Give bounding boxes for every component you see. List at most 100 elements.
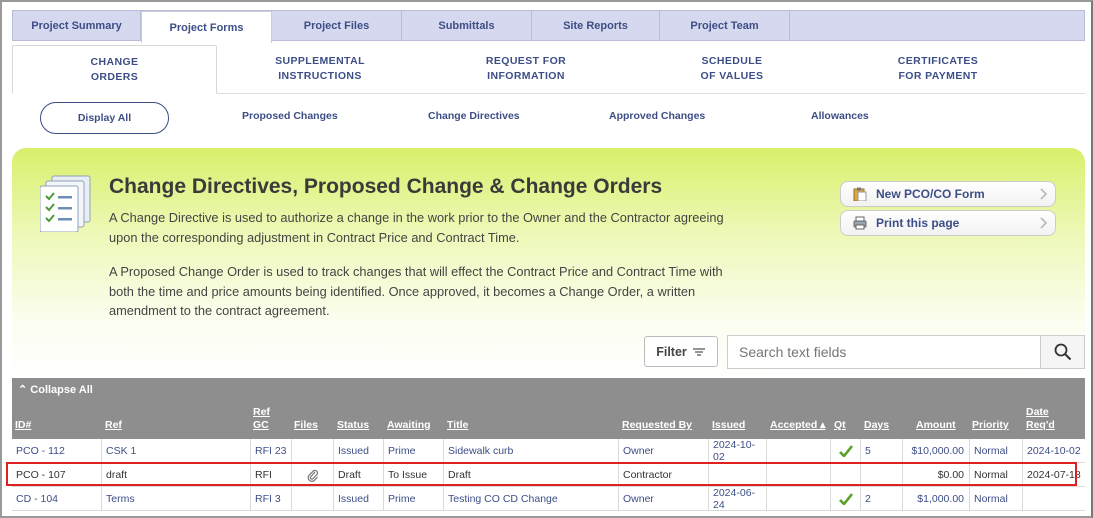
filter-allowances[interactable]: Allowances: [811, 110, 869, 122]
filter-button[interactable]: Filter: [644, 336, 718, 367]
cell-date-reqd: 2024-07-18: [1022, 463, 1085, 487]
col-date-reqd[interactable]: Date Req'd: [1026, 406, 1066, 432]
forms-document-icon: [40, 175, 91, 232]
col-title[interactable]: Title: [447, 419, 468, 432]
col-priority[interactable]: Priority: [972, 419, 1009, 432]
filter-proposed-changes[interactable]: Proposed Changes: [242, 110, 338, 122]
change-orders-table: ⌃ Collapse All ID# Ref Ref GC Files Stat…: [6, 378, 1085, 516]
cell-issued: 2024-10-02: [708, 439, 766, 463]
col-status[interactable]: Status: [337, 419, 369, 432]
search-input[interactable]: [728, 336, 1041, 368]
page-title: Change Directives, Proposed Change & Cha…: [109, 175, 663, 198]
new-pco-co-form-button[interactable]: New PCO/CO Form: [840, 181, 1056, 207]
checkmark-icon: [838, 445, 853, 457]
tab-site-reports[interactable]: Site Reports: [532, 11, 660, 40]
cell-ref-gc: RFI 3: [250, 487, 291, 511]
tab-project-team[interactable]: Project Team: [660, 11, 790, 40]
col-amount[interactable]: Amount: [916, 419, 956, 432]
filter-approved-changes[interactable]: Approved Changes: [609, 110, 705, 122]
cell-title: Sidewalk curb: [443, 439, 618, 463]
table-row[interactable]: CD - 104 Terms RFI 3 Issued Prime Testin…: [12, 487, 1085, 511]
cell-requested-by: Owner: [618, 487, 708, 511]
col-requested-by[interactable]: Requested By: [622, 419, 692, 432]
cell-issued: [708, 463, 766, 487]
col-files[interactable]: Files: [294, 419, 318, 432]
cell-title: Draft: [443, 463, 618, 487]
cell-status: Issued: [333, 439, 383, 463]
col-issued[interactable]: Issued: [712, 419, 745, 432]
col-ref-gc[interactable]: Ref GC: [253, 406, 273, 432]
table-row[interactable]: PCO - 107 draft RFI Draft To Issue Draft…: [12, 463, 1085, 487]
cell-accepted: [766, 463, 830, 487]
table-row[interactable]: PCO - 112 CSK 1 RFI 23 Issued Prime Side…: [12, 439, 1085, 463]
col-ref[interactable]: Ref: [105, 419, 122, 432]
col-awaiting[interactable]: Awaiting: [387, 419, 431, 432]
cell-status: Issued: [333, 487, 383, 511]
paperclip-icon[interactable]: [307, 469, 319, 482]
cell-priority: Normal: [969, 487, 1022, 511]
cell-requested-by: Owner: [618, 439, 708, 463]
cell-accepted: [766, 439, 830, 463]
proposed-change-description: A Proposed Change Order is used to track…: [109, 264, 723, 318]
cell-id[interactable]: PCO - 107: [12, 463, 101, 487]
subtab-supplemental-instructions[interactable]: SUPPLEMENTAL INSTRUCTIONS: [217, 45, 423, 93]
cell-files: [291, 463, 333, 487]
search-icon: [1054, 343, 1071, 361]
col-days[interactable]: Days: [864, 419, 889, 432]
cell-ref: CSK 1: [101, 439, 250, 463]
cell-id[interactable]: PCO - 112: [12, 439, 101, 463]
cell-accepted: [766, 487, 830, 511]
cell-awaiting: To Issue: [383, 463, 443, 487]
filter-display-all[interactable]: Display All: [40, 102, 169, 134]
cell-date-reqd: 2024-10-02: [1022, 439, 1085, 463]
cell-awaiting: Prime: [383, 439, 443, 463]
cell-files: [291, 487, 333, 511]
cell-issued: 2024-06-24: [708, 487, 766, 511]
subtab-certificates-for-payment[interactable]: CERTIFICATES FOR PAYMENT: [835, 45, 1041, 93]
tab-project-forms[interactable]: Project Forms: [141, 11, 272, 43]
change-directive-description: A Change Directive is used to authorize …: [109, 210, 724, 245]
search-box: [727, 335, 1085, 369]
filter-change-directives[interactable]: Change Directives: [428, 110, 520, 122]
cell-priority: Normal: [969, 463, 1022, 487]
cell-status: Draft: [333, 463, 383, 487]
checkmark-icon: [838, 493, 853, 505]
cell-title: Testing CO CD Change: [443, 487, 618, 511]
top-tab-bar: Project Summary Project Forms Project Fi…: [12, 10, 1085, 43]
col-id[interactable]: ID#: [15, 419, 31, 432]
chevron-right-icon: [1040, 217, 1047, 229]
cell-amount: $0.00: [902, 463, 969, 487]
cell-files: [291, 439, 333, 463]
cell-ref-gc: RFI: [250, 463, 291, 487]
col-qt[interactable]: Qt: [834, 419, 846, 432]
cell-amount: $1,000.00: [902, 487, 969, 511]
info-panel: Change Directives, Proposed Change & Cha…: [12, 148, 1085, 380]
cell-qt: [830, 463, 860, 487]
print-page-button[interactable]: Print this page: [840, 210, 1056, 236]
subtab-request-for-information[interactable]: REQUEST FOR INFORMATION: [423, 45, 629, 93]
cell-date-reqd: [1022, 487, 1085, 511]
cell-amount: $10,000.00: [902, 439, 969, 463]
cell-qt: [830, 439, 860, 463]
cell-requested-by: Contractor: [618, 463, 708, 487]
search-button[interactable]: [1040, 336, 1084, 368]
subtab-change-orders[interactable]: CHANGE ORDERS: [12, 45, 217, 94]
tab-project-summary[interactable]: Project Summary: [13, 11, 141, 40]
cell-awaiting: Prime: [383, 487, 443, 511]
cell-days: 2: [860, 487, 902, 511]
cell-id[interactable]: CD - 104: [12, 487, 101, 511]
cell-ref: Terms: [101, 487, 250, 511]
tab-project-files[interactable]: Project Files: [272, 11, 402, 40]
filter-lines-icon: [692, 347, 705, 356]
form-type-tab-bar: CHANGE ORDERS SUPPLEMENTAL INSTRUCTIONS RE…: [12, 45, 1085, 94]
cell-qt: [830, 487, 860, 511]
collapse-all-button[interactable]: ⌃ Collapse All: [18, 383, 93, 396]
table-header: ⌃ Collapse All ID# Ref Ref GC Files Stat…: [12, 378, 1085, 439]
sort-asc-icon: ▴: [817, 419, 826, 431]
tab-submittals[interactable]: Submittals: [402, 11, 532, 40]
printer-icon: [853, 216, 867, 230]
app-frame: Project Summary Project Forms Project Fi…: [0, 0, 1093, 518]
double-chevron-up-icon: ⌃: [18, 384, 28, 396]
col-accepted[interactable]: Accepted ▴: [770, 419, 825, 432]
subtab-schedule-of-values[interactable]: SCHEDULE OF VALUES: [629, 45, 835, 93]
